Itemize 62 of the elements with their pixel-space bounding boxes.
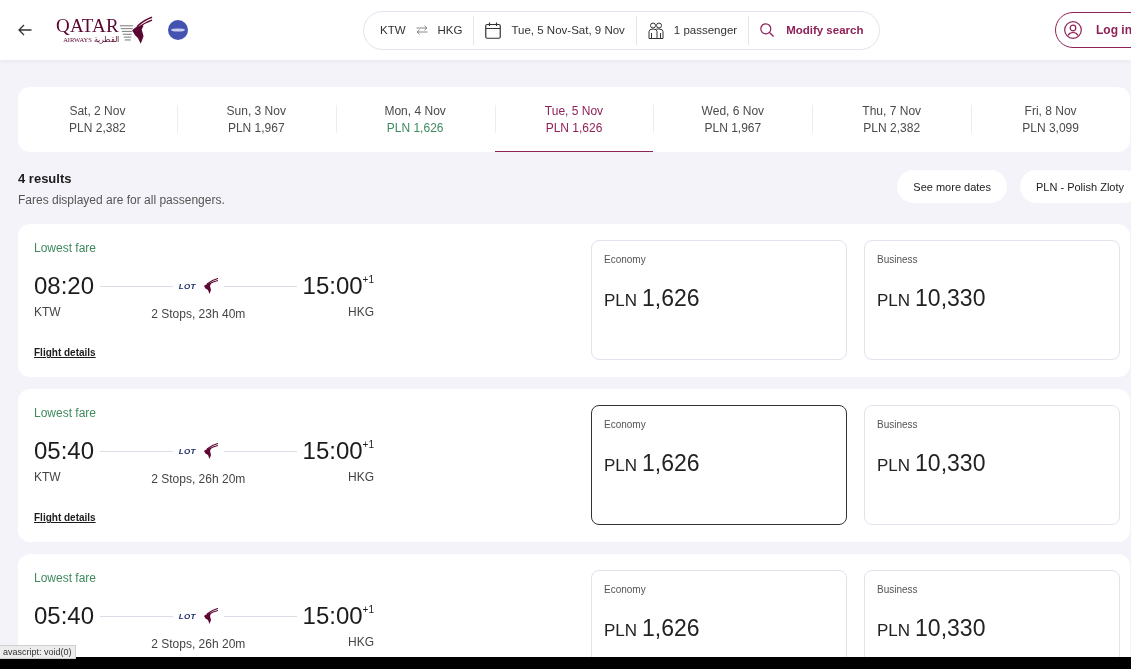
day-offset: +1 <box>362 604 374 615</box>
results-count: 4 results <box>18 171 73 187</box>
fare-option[interactable]: Business PLN 10,330 <box>864 570 1120 657</box>
date-range: Tue, 5 Nov-Sat, 9 Nov <box>511 24 625 36</box>
arrival-airport: HKG <box>348 305 374 319</box>
arrival-time: 15:00 <box>302 602 363 630</box>
fare-option[interactable]: Business PLN 10,330 <box>864 240 1120 360</box>
arrival-airport: HKG <box>348 470 374 484</box>
status-tooltip: avascript: void(0) <box>0 645 76 659</box>
currency-button[interactable]: PLN - Polish Zloty <box>1019 170 1131 203</box>
oryx-logo-icon <box>118 15 153 45</box>
logo-wordmark: QATAR <box>56 16 119 35</box>
see-more-dates-button[interactable]: See more dates <box>897 170 1007 203</box>
oryx-icon <box>201 443 218 459</box>
date-tab[interactable]: Wed, 6 Nov PLN 1,967 <box>653 87 813 152</box>
arrival-time: 15:00 <box>302 437 363 465</box>
user-icon <box>1064 21 1082 39</box>
departure-airport: KTW <box>34 470 62 484</box>
arrival-airport: HKG <box>348 635 374 649</box>
day-offset: +1 <box>362 274 374 285</box>
fare-option[interactable]: Economy PLN 1,626 <box>591 240 847 360</box>
modify-search-button[interactable]: Modify search <box>749 23 864 37</box>
login-button[interactable]: Log in <box>1055 12 1131 48</box>
date-tab[interactable]: Sat, 2 Nov PLN 2,382 <box>18 87 177 152</box>
oryx-icon <box>201 278 218 294</box>
date-tab[interactable]: Sun, 3 Nov PLN 1,967 <box>176 87 336 152</box>
origin-code: KTW <box>380 24 406 36</box>
swap-arrows-icon[interactable] <box>415 25 428 35</box>
date-tab[interactable]: Mon, 4 Nov PLN 1,626 <box>335 87 495 152</box>
fare-tag: Lowest fare <box>34 405 97 421</box>
arrival-time: 15:00 <box>302 272 363 300</box>
date-tab[interactable]: Fri, 8 Nov PLN 3,099 <box>971 87 1130 152</box>
stops-duration: 2 Stops, 26h 20m <box>151 637 246 651</box>
departure-time: 05:40 <box>34 602 94 630</box>
search-icon <box>760 23 775 37</box>
stops-duration: 2 Stops, 23h 40m <box>151 307 246 321</box>
fare-option[interactable]: Economy PLN 1,626 <box>591 570 847 657</box>
logo-arabic-text: القطرية <box>93 36 119 44</box>
departure-time: 05:40 <box>34 437 94 465</box>
oryx-icon <box>201 608 218 624</box>
fares-note: Fares displayed are for all passengers. <box>18 192 225 208</box>
fare-option[interactable]: Business PLN 10,330 <box>864 405 1120 525</box>
departure-time: 08:20 <box>34 272 94 300</box>
carrier-logo: LOT <box>178 611 196 621</box>
departure-airport: KTW <box>34 305 62 319</box>
fare-option[interactable]: Economy PLN 1,626 <box>591 405 847 525</box>
flight-details-link[interactable]: Flight details <box>34 511 96 525</box>
stops-duration: 2 Stops, 26h 20m <box>151 472 246 486</box>
destination-code: HKG <box>437 24 463 36</box>
date-tab[interactable]: Tue, 5 Nov PLN 1,626 <box>494 87 654 152</box>
back-arrow-icon[interactable] <box>18 24 32 36</box>
flight-details-link[interactable]: Flight details <box>34 346 96 360</box>
passengers-icon <box>647 21 664 39</box>
day-offset: +1 <box>362 439 374 450</box>
calendar-icon <box>485 21 502 39</box>
fare-tag: Lowest fare <box>34 570 97 586</box>
carrier-logo: LOT <box>178 446 196 456</box>
carrier-logo: LOT <box>178 281 196 291</box>
globe-badge-icon <box>167 20 188 40</box>
passenger-count: 1 passenger <box>673 24 738 36</box>
date-tab[interactable]: Thu, 7 Nov PLN 2,382 <box>812 87 972 152</box>
fare-tag: Lowest fare <box>34 240 97 256</box>
